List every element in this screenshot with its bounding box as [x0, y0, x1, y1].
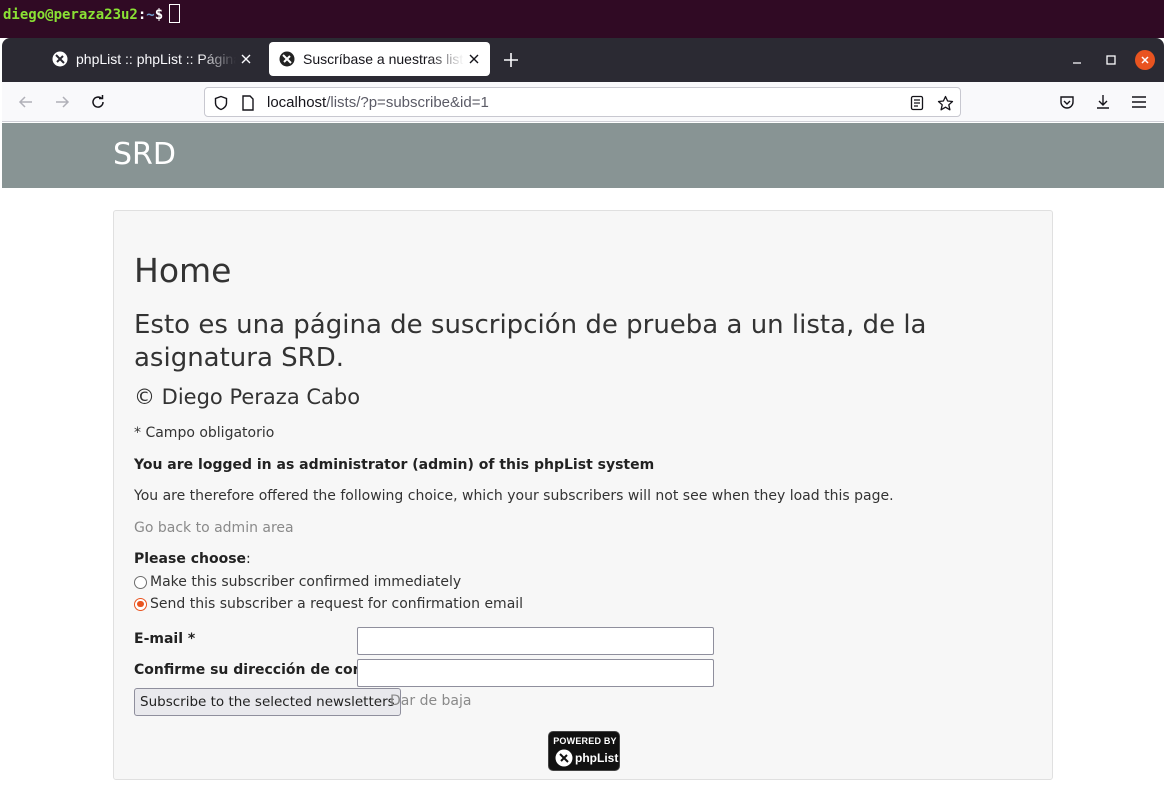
downloads-icon[interactable]: [1093, 92, 1113, 112]
tab-phplist-admin[interactable]: phpList :: phpList :: Página: [42, 42, 262, 76]
phplist-favicon-icon: [279, 51, 295, 67]
choose-label-text: Please choose: [134, 551, 247, 567]
phplist-brand-text: phpList: [575, 751, 619, 765]
bookmark-star-icon[interactable]: [936, 94, 954, 112]
email-label: E-mail *: [134, 631, 196, 647]
site-title[interactable]: SRD: [113, 137, 176, 172]
page-heading: Home: [134, 251, 232, 290]
tab-close-icon[interactable]: [464, 49, 484, 69]
powered-by-phplist-badge[interactable]: POWERED BY phpList: [548, 731, 620, 771]
content-panel: Home Esto es una página de suscripción d…: [113, 210, 1053, 780]
minimize-icon[interactable]: [1067, 50, 1087, 70]
forward-arrow-icon[interactable]: [52, 92, 72, 112]
pocket-icon[interactable]: [1057, 92, 1077, 112]
terminal-path: ~: [146, 7, 155, 23]
phplist-logo-icon: [555, 749, 573, 767]
choose-colon: :: [246, 551, 251, 567]
option-label: Make this subscriber confirmed immediate…: [150, 574, 462, 590]
copyright-text: © Diego Peraza Cabo: [134, 385, 361, 409]
navigation-toolbar: localhost/lists/?p=subscribe&id=1: [2, 82, 1164, 122]
option-label: Send this subscriber a request for confi…: [150, 596, 524, 612]
unsubscribe-link[interactable]: Dar de baja: [390, 693, 471, 709]
page-viewport: SRD Home Esto es una página de suscripci…: [2, 123, 1164, 785]
tab-subscribe[interactable]: Suscríbase a nuestras listas: [269, 42, 490, 76]
admin-notice: You are logged in as administrator (admi…: [134, 457, 655, 473]
tab-bar: phpList :: phpList :: Página Suscríbase …: [2, 38, 1164, 82]
powered-by-text: POWERED BY: [553, 736, 617, 746]
tab-title: Suscríbase a nuestras listas: [303, 51, 464, 67]
back-arrow-icon[interactable]: [16, 92, 36, 112]
address-bar[interactable]: localhost/lists/?p=subscribe&id=1: [204, 87, 961, 117]
offer-text: You are therefore offered the following …: [134, 488, 894, 504]
terminal-background: diego@peraza23u2:~$: [0, 0, 1164, 38]
shield-icon[interactable]: [212, 94, 230, 112]
subscribe-button[interactable]: Subscribe to the selected newsletters: [134, 688, 401, 716]
site-header: SRD: [2, 123, 1164, 188]
url-host: localhost: [267, 94, 327, 111]
terminal-prompt: diego@peraza23u2:~$: [3, 4, 181, 23]
reader-view-icon[interactable]: [908, 94, 926, 112]
intro-text: Esto es una página de suscripción de pru…: [134, 310, 927, 373]
option-send-confirmation[interactable]: Send this subscriber a request for confi…: [134, 595, 523, 613]
menu-hamburger-icon[interactable]: [1129, 92, 1149, 112]
option-confirm-immediately[interactable]: Make this subscriber confirmed immediate…: [134, 573, 461, 591]
phplist-favicon-icon: [52, 51, 68, 67]
maximize-icon[interactable]: [1101, 50, 1121, 70]
terminal-user-host: diego@peraza23u2: [3, 7, 138, 23]
radio-send-confirmation[interactable]: [134, 597, 147, 611]
choose-label: Please choose:: [134, 551, 251, 567]
browser-window: phpList :: phpList :: Página Suscríbase …: [2, 38, 1164, 785]
tab-title: phpList :: phpList :: Página: [76, 51, 236, 67]
page-info-icon[interactable]: [239, 94, 257, 112]
terminal-cursor: [169, 4, 181, 23]
radio-confirm-immediately[interactable]: [134, 575, 147, 589]
url-path: /lists/?p=subscribe&id=1: [326, 94, 489, 111]
url-text[interactable]: localhost/lists/?p=subscribe&id=1: [267, 94, 489, 111]
admin-area-link[interactable]: Go back to admin area: [134, 520, 294, 536]
confirm-email-field[interactable]: [357, 659, 714, 687]
new-tab-button[interactable]: [501, 50, 521, 70]
required-field-note: * Campo obligatorio: [134, 425, 275, 441]
tab-close-icon[interactable]: [236, 49, 256, 69]
window-close-icon[interactable]: [1135, 50, 1155, 70]
terminal-prompt-symbol: $: [154, 7, 164, 23]
email-field[interactable]: [357, 627, 714, 655]
reload-icon[interactable]: [88, 92, 108, 112]
